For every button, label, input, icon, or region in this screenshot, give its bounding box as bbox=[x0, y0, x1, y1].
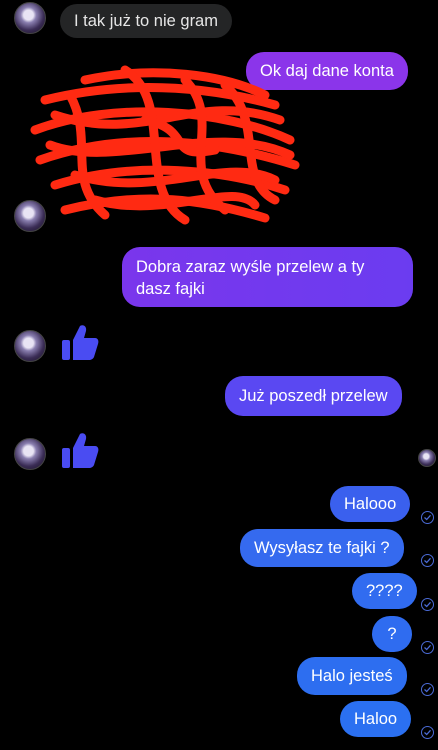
message-text: ???? bbox=[366, 582, 403, 600]
message-text: Już poszedł przelew bbox=[239, 387, 388, 405]
avatar[interactable] bbox=[14, 200, 46, 232]
redaction-scribble bbox=[30, 65, 300, 225]
avatar[interactable] bbox=[14, 330, 46, 362]
message-text: Halooo bbox=[344, 495, 397, 513]
incoming-message[interactable]: I tak już to nie gram bbox=[60, 4, 232, 38]
check-circle-icon bbox=[421, 683, 434, 696]
outgoing-message[interactable]: ???? bbox=[352, 573, 417, 609]
check-circle-icon bbox=[421, 726, 434, 739]
avatar[interactable] bbox=[14, 2, 46, 34]
thumbs-up-icon bbox=[62, 325, 99, 360]
check-circle-icon bbox=[421, 554, 434, 567]
outgoing-message[interactable]: Już poszedł przelew bbox=[225, 376, 402, 416]
check-circle-icon bbox=[421, 598, 434, 611]
message-text: ? bbox=[387, 625, 397, 643]
outgoing-message[interactable]: Halo jesteś bbox=[297, 657, 407, 695]
avatar[interactable] bbox=[14, 438, 46, 470]
outgoing-message[interactable]: Haloo bbox=[340, 701, 412, 737]
outgoing-message[interactable]: Halooo bbox=[330, 486, 411, 522]
thumbs-up-icon bbox=[62, 433, 99, 468]
outgoing-message[interactable]: Wysyłasz te fajki ? bbox=[240, 529, 404, 567]
message-text: I tak już to nie gram bbox=[74, 12, 218, 30]
check-circle-icon bbox=[421, 641, 434, 654]
message-text: Haloo bbox=[354, 710, 398, 728]
message-text-line: dasz fajki bbox=[136, 280, 205, 298]
outgoing-message[interactable]: ? bbox=[372, 616, 412, 652]
seen-avatar bbox=[418, 449, 436, 467]
message-text: Wysyłasz te fajki ? bbox=[254, 539, 390, 557]
outgoing-message[interactable]: Dobra zaraz wyśle przelew a ty dasz fajk… bbox=[122, 247, 413, 307]
message-text: Halo jesteś bbox=[311, 667, 393, 685]
message-text-line: Dobra zaraz wyśle przelew a ty bbox=[136, 258, 365, 276]
check-circle-icon bbox=[421, 511, 434, 524]
